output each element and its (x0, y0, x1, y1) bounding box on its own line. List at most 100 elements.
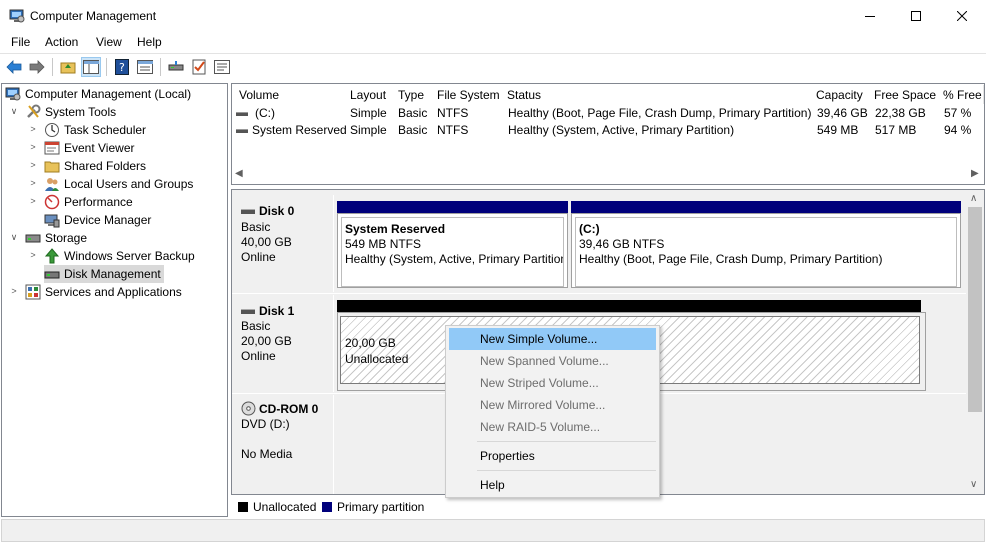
cell-type: Basic (398, 106, 428, 120)
disk-name: CD-ROM 0 (259, 401, 319, 416)
tree-label: Local Users and Groups (64, 177, 194, 191)
tree-label: System Tools (45, 105, 117, 119)
tree-item-shared-folders[interactable]: Shared Folders (44, 157, 146, 175)
back-button[interactable] (4, 57, 24, 77)
help-button[interactable]: ? (112, 57, 132, 77)
menu-item-new-striped-volume[interactable]: New Striped Volume... (449, 372, 656, 394)
scroll-down-icon[interactable]: ∨ (970, 479, 977, 490)
tree-item-local-users[interactable]: Local Users and Groups (44, 175, 193, 193)
menu-item-new-spanned-volume[interactable]: New Spanned Volume... (449, 350, 656, 372)
scroll-up-icon[interactable]: ∧ (970, 193, 977, 204)
up-one-level-button[interactable] (58, 57, 78, 77)
volume-drive-icon (236, 112, 248, 116)
legend-primary-swatch (322, 502, 332, 512)
partition-status: Healthy (System, Active, Primary Partiti… (345, 252, 564, 266)
properties-view-button[interactable] (135, 57, 155, 77)
console-tree-icon (83, 60, 99, 74)
scroll-left-icon[interactable]: ◀ (235, 168, 243, 179)
tree-item-services-and-applications[interactable]: Services and Applications (25, 283, 182, 301)
expand-chevron-icon[interactable]: > (27, 142, 39, 152)
column-header-file-system[interactable]: File System (431, 85, 502, 104)
column-header-percent-free[interactable]: % Free (937, 85, 984, 104)
tree-item-disk-management[interactable]: Disk Management (44, 265, 164, 283)
show-hide-tree-button[interactable] (81, 57, 101, 77)
back-arrow-icon (6, 60, 22, 74)
menu-item-new-mirrored-volume[interactable]: New Mirrored Volume... (449, 394, 656, 416)
menu-action[interactable]: Action (45, 35, 78, 49)
computer-management-icon (9, 8, 25, 24)
tree-item-event-viewer[interactable]: Event Viewer (44, 139, 134, 157)
vertical-scrollbar[interactable]: ∧ ∨ (966, 190, 984, 494)
cell-percent-free: 57 % (944, 106, 972, 120)
list-view-icon (137, 60, 153, 74)
system-tools-icon (25, 104, 41, 120)
menu-item-help[interactable]: Help (449, 474, 656, 496)
tree-item-performance[interactable]: Performance (44, 193, 133, 211)
column-header-type[interactable]: Type (392, 85, 432, 104)
shared-folder-icon (44, 158, 60, 174)
disk-name: Disk 0 (259, 204, 295, 218)
expand-chevron-icon[interactable]: > (27, 160, 39, 170)
tree-label: Computer Management (Local) (25, 87, 192, 101)
scroll-right-icon[interactable]: ▶ (971, 168, 979, 179)
menu-item-new-raid5-volume[interactable]: New RAID-5 Volume... (449, 416, 656, 438)
unallocated-size: 20,00 GB (345, 336, 396, 350)
horizontal-scrollbar[interactable]: ◀ ▶ (232, 166, 984, 183)
tree-item-storage[interactable]: Storage (25, 229, 87, 247)
cdrom-0-info[interactable]: CD-ROM 0 DVD (D:) No Media (232, 395, 334, 494)
tree-label: Device Manager (64, 213, 152, 227)
partition-c[interactable]: (C:) 39,46 GB NTFS Healthy (Boot, Page F… (571, 213, 961, 288)
menu-help[interactable]: Help (137, 35, 162, 49)
collapse-chevron-icon[interactable]: ∨ (8, 232, 20, 243)
connect-button[interactable] (166, 57, 186, 77)
cell-layout: Simple (350, 123, 387, 137)
expand-chevron-icon[interactable]: > (27, 196, 39, 206)
expand-chevron-icon[interactable]: > (27, 250, 39, 260)
backup-icon (44, 248, 60, 264)
scrollbar-thumb[interactable] (968, 207, 982, 412)
minimize-button[interactable] (847, 0, 893, 31)
checklist-icon (192, 59, 206, 75)
menu-file[interactable]: File (11, 35, 30, 49)
column-header-capacity[interactable]: Capacity (810, 85, 869, 104)
column-header-layout[interactable]: Layout (344, 85, 393, 104)
storage-icon (25, 230, 41, 246)
tree-item-system-tools[interactable]: System Tools (25, 103, 116, 121)
tree-item-computer-management[interactable]: Computer Management (Local) (5, 85, 191, 103)
expand-chevron-icon[interactable]: > (27, 124, 39, 134)
disk-separator (232, 293, 966, 294)
tree-label: Windows Server Backup (64, 249, 195, 263)
column-header-free-space[interactable]: Free Space (868, 85, 938, 104)
disk-size: 20,00 GB (241, 334, 292, 348)
close-button[interactable] (939, 0, 985, 31)
disk-status: No Media (241, 447, 293, 461)
maximize-icon (911, 10, 921, 21)
tree-item-windows-server-backup[interactable]: Windows Server Backup (44, 247, 195, 265)
forward-arrow-icon (29, 60, 45, 74)
collapse-chevron-icon[interactable]: ∨ (8, 106, 20, 117)
menu-item-properties[interactable]: Properties (449, 445, 656, 467)
disk-1-info[interactable]: Disk 1 Basic 20,00 GB Online (232, 295, 334, 392)
close-icon (957, 10, 967, 21)
forward-button[interactable] (27, 57, 47, 77)
cell-capacity: 39,46 GB (817, 106, 868, 120)
tree-item-task-scheduler[interactable]: Task Scheduler (44, 121, 146, 139)
event-viewer-icon (44, 140, 60, 156)
column-header-status[interactable]: Status (501, 85, 811, 104)
column-header-volume[interactable]: Volume (233, 85, 345, 104)
expand-chevron-icon[interactable]: > (27, 178, 39, 188)
disk-0-info[interactable]: Disk 0 Basic 40,00 GB Online (232, 195, 334, 292)
disk-type: Basic (241, 319, 271, 333)
menu-view[interactable]: View (96, 35, 122, 49)
disk-management-icon (44, 266, 60, 282)
services-icon (25, 284, 41, 300)
details-button[interactable] (212, 57, 232, 77)
disk-type: Basic (241, 220, 271, 234)
checklist-button[interactable] (189, 57, 209, 77)
maximize-button[interactable] (893, 0, 939, 31)
tree-item-device-manager[interactable]: Device Manager (44, 211, 151, 229)
partition-system-reserved[interactable]: System Reserved 549 MB NTFS Healthy (Sys… (337, 213, 568, 288)
status-bar (1, 519, 985, 542)
expand-chevron-icon[interactable]: > (8, 286, 20, 296)
menu-item-new-simple-volume[interactable]: New Simple Volume... (449, 328, 656, 350)
